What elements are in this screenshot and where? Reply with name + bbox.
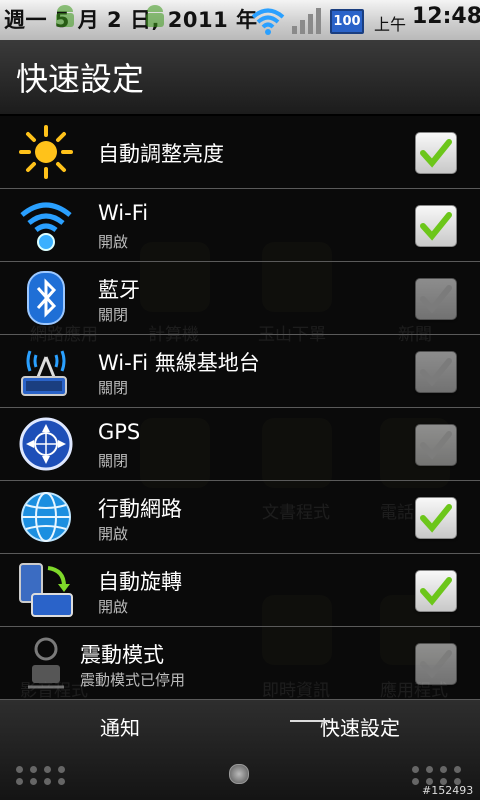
image-watermark: #152493 bbox=[422, 784, 474, 797]
setting-row-wifi[interactable]: Wi-Fi 開啟 bbox=[0, 189, 480, 262]
checkmark-icon bbox=[420, 212, 452, 241]
panel-handle[interactable] bbox=[229, 764, 249, 784]
gps-icon bbox=[19, 417, 73, 471]
bluetooth-icon bbox=[27, 271, 65, 325]
brightness-icon bbox=[19, 125, 73, 179]
quick-settings-panel: 網路應用 計算機 玉山下單 新聞 文書程式 電話 即時資訊 應用程式 影音程式 … bbox=[0, 40, 480, 700]
setting-status: 開啟 bbox=[98, 233, 129, 251]
setting-status: 震動模式已停用 bbox=[80, 671, 186, 689]
page-title: 快速設定 bbox=[16, 60, 145, 98]
auto-rotate-checkbox[interactable] bbox=[415, 570, 457, 612]
bluetooth-checkbox[interactable] bbox=[415, 278, 457, 320]
setting-status: 關閉 bbox=[98, 452, 129, 470]
vibrate-icon bbox=[28, 637, 64, 689]
wifi-status-icon bbox=[251, 8, 285, 35]
setting-title: GPS bbox=[98, 420, 141, 444]
wifi-icon bbox=[20, 202, 72, 251]
android-notification-icon bbox=[146, 5, 164, 27]
checkmark-icon bbox=[420, 358, 452, 387]
setting-row-gps[interactable]: GPS 關閉 bbox=[0, 408, 480, 481]
rotate-icon bbox=[19, 563, 73, 617]
setting-row-vibrate[interactable]: 震動模式 震動模式已停用 bbox=[0, 627, 480, 700]
status-date: 週一 5 月 2 日, 2011 年 bbox=[4, 8, 258, 32]
setting-row-mobile-network[interactable]: 行動網路 開啟 bbox=[0, 481, 480, 554]
wifi-checkbox[interactable] bbox=[415, 205, 457, 247]
tab-quick-settings[interactable]: 快速設定 bbox=[240, 700, 480, 756]
checkmark-icon bbox=[420, 504, 452, 533]
checkmark-icon bbox=[420, 139, 452, 168]
battery-icon: 100 bbox=[330, 9, 364, 34]
checkmark-icon bbox=[420, 650, 452, 679]
setting-title: Wi-Fi bbox=[98, 201, 149, 225]
setting-title: 藍牙 bbox=[98, 278, 140, 302]
setting-row-auto-rotate[interactable]: 自動旋轉 開啟 bbox=[0, 554, 480, 627]
status-ampm: 上午 bbox=[374, 15, 407, 34]
setting-row-wifi-hotspot[interactable]: Wi-Fi 無線基地台 關閉 bbox=[0, 335, 480, 408]
setting-row-auto-brightness[interactable]: 自動調整亮度 bbox=[0, 116, 480, 189]
checkmark-icon bbox=[420, 285, 452, 314]
checkmark-icon bbox=[420, 577, 452, 606]
gps-checkbox[interactable] bbox=[415, 424, 457, 466]
hotspot-icon bbox=[21, 350, 67, 396]
quick-settings-header: 快速設定 bbox=[0, 40, 480, 116]
tab-notifications[interactable]: 通知 bbox=[0, 700, 240, 756]
setting-title: 震動模式 bbox=[80, 643, 164, 667]
android-notification-icon bbox=[56, 5, 74, 27]
status-time: 12:48 bbox=[412, 4, 480, 29]
active-tab-indicator bbox=[290, 720, 330, 722]
setting-status: 關閉 bbox=[98, 379, 129, 397]
vibrate-checkbox[interactable] bbox=[415, 643, 457, 685]
setting-title: 行動網路 bbox=[98, 497, 182, 521]
setting-title: 自動旋轉 bbox=[98, 570, 182, 594]
globe-icon bbox=[21, 492, 71, 542]
setting-row-bluetooth[interactable]: 藍牙 關閉 bbox=[0, 262, 480, 335]
setting-title: Wi-Fi 無線基地台 bbox=[98, 351, 260, 375]
signal-strength-icon bbox=[292, 8, 321, 34]
mobile-network-checkbox[interactable] bbox=[415, 497, 457, 539]
status-bar[interactable]: 週一 5 月 2 日, 2011 年 100 上午 12:48 bbox=[0, 0, 480, 41]
setting-status: 開啟 bbox=[98, 598, 129, 616]
setting-status: 開啟 bbox=[98, 525, 129, 543]
setting-status: 關閉 bbox=[98, 306, 129, 324]
checkmark-icon bbox=[420, 431, 452, 460]
left-page-dots[interactable] bbox=[16, 766, 68, 788]
setting-title: 自動調整亮度 bbox=[98, 142, 224, 166]
auto-brightness-checkbox[interactable] bbox=[415, 132, 457, 174]
wifi-hotspot-checkbox[interactable] bbox=[415, 351, 457, 393]
bottom-tab-bar: 通知 快速設定 bbox=[0, 700, 480, 800]
